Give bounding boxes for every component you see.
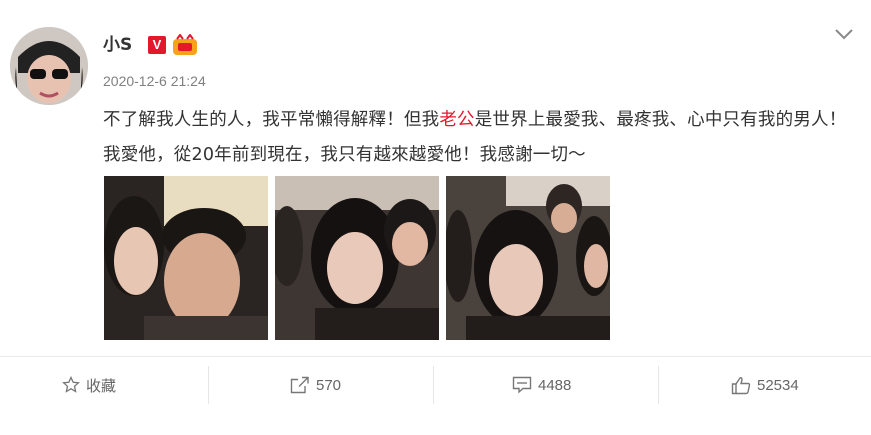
verified-v-icon: V: [148, 36, 166, 54]
share-icon: [290, 376, 309, 394]
favorite-label: 收藏: [86, 377, 117, 395]
favorite-button[interactable]: 收藏: [62, 371, 116, 399]
post-timestamp[interactable]: 2020-12-6 21:24: [103, 73, 206, 89]
comment-icon: [512, 376, 532, 394]
photo-1[interactable]: [104, 176, 268, 340]
chevron-down-icon[interactable]: [833, 24, 855, 44]
post-text: 不了解我人生的人，我平常懶得解釋！但我老公是世界上最愛我、最疼我、心中只有我的男…: [103, 103, 848, 173]
actions-divider: [0, 356, 871, 357]
share-button[interactable]: 570: [290, 371, 341, 399]
like-button[interactable]: 52534: [731, 371, 799, 399]
comment-count: 4488: [538, 376, 572, 394]
separator: [433, 366, 434, 404]
comment-button[interactable]: 4488: [512, 371, 571, 399]
highlight-keyword[interactable]: 老公: [439, 110, 474, 130]
author-name[interactable]: 小S: [103, 33, 132, 57]
member-badge-icon[interactable]: [172, 33, 198, 56]
like-icon: [731, 376, 751, 394]
avatar[interactable]: [10, 27, 88, 105]
photo-2[interactable]: [275, 176, 439, 340]
separator: [658, 366, 659, 404]
separator: [208, 366, 209, 404]
like-count: 52534: [757, 376, 799, 394]
star-icon: [62, 376, 80, 393]
photo-3[interactable]: [446, 176, 610, 340]
share-count: 570: [316, 376, 342, 394]
post-text-start: 不了解我人生的人，我平常懶得解釋！但我: [103, 110, 440, 130]
